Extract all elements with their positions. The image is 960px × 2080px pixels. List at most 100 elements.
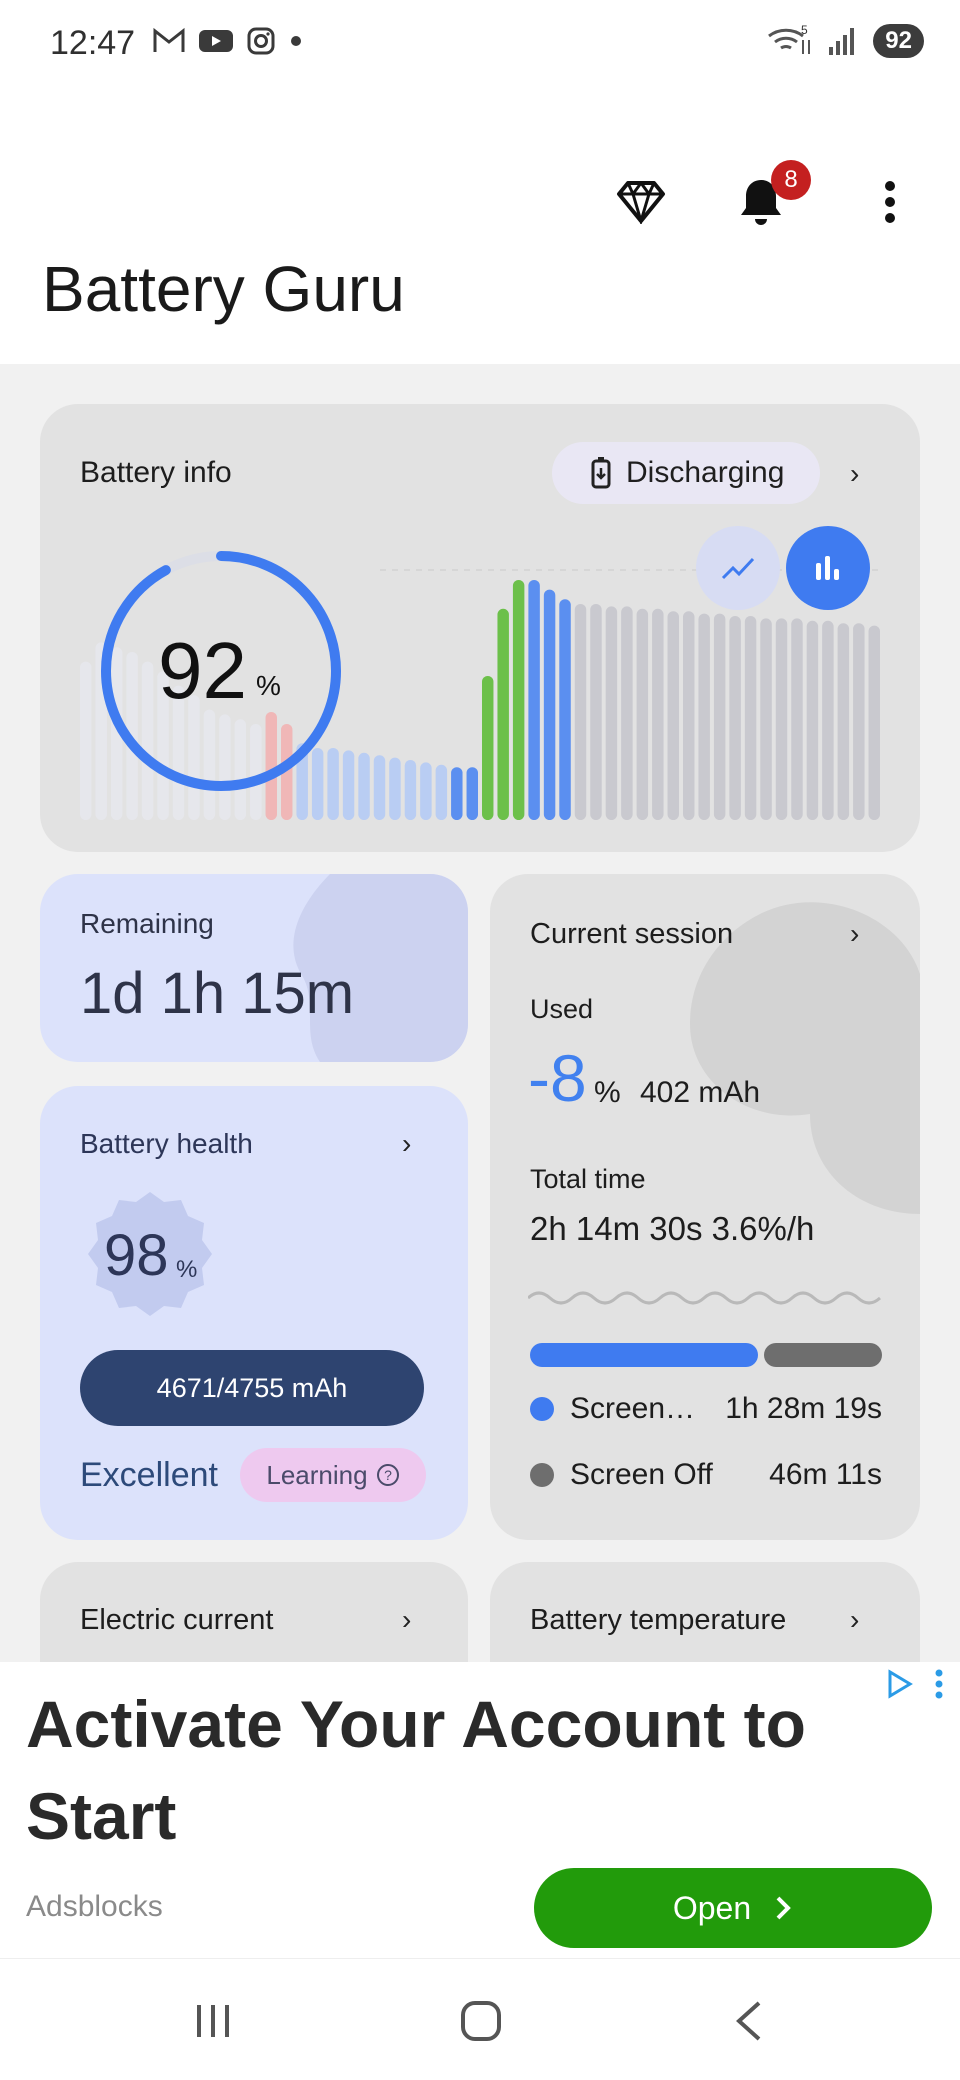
screen-on-label: Screen… [570,1392,696,1425]
battery-health-value: 98 [104,1223,169,1288]
history-bar [760,618,772,820]
gmail-icon [153,27,185,52]
ad-choices-icon[interactable] [884,1668,920,1700]
svg-text:5: 5 [801,24,808,37]
battery-health-chevron-icon[interactable]: › [402,1128,411,1160]
wave-divider [528,1291,882,1305]
line-chart-toggle[interactable] [696,526,780,610]
total-time-label: Total time [530,1164,646,1194]
history-bar [853,623,865,820]
history-bar [404,760,417,820]
recents-button[interactable] [168,1981,258,2061]
ad-more-icon[interactable] [934,1668,944,1700]
history-bar [822,620,834,820]
history-bar [744,616,757,820]
total-time-value: 2h 14m 30s 3.6%/h [530,1210,815,1247]
battery-discharging-icon [591,457,611,489]
battery-temperature-title: Battery temperature [530,1604,787,1636]
screen-on-row: Screen… 1h 28m 19s [530,1392,882,1426]
learning-pill[interactable]: Learning ? [240,1448,426,1502]
instagram-icon [247,27,275,55]
current-session-chevron-icon[interactable]: › [850,918,859,950]
page-title: Battery Guru [42,253,405,325]
history-bar [713,613,726,820]
used-unit: % [594,1076,621,1109]
history-bar [559,599,571,820]
premium-button[interactable] [601,162,681,242]
history-bar [806,620,819,820]
recents-icon [197,2005,229,2037]
home-button[interactable] [436,1981,526,2061]
back-icon [736,2001,761,2041]
home-icon [461,2001,501,2041]
health-rating: Excellent [80,1456,218,1494]
charging-status-pill[interactable]: Discharging [552,442,820,504]
ad-open-button[interactable]: Open [534,1868,932,1948]
history-bar [512,580,525,820]
back-button[interactable] [704,1981,794,2061]
history-bar [621,606,633,820]
history-bar [466,767,478,820]
history-bar [389,757,401,820]
remaining-label: Remaining [80,908,214,939]
history-bar [698,613,710,820]
used-label: Used [530,994,594,1024]
dot-icon [291,36,301,46]
ad-banner[interactable]: Activate Your Account to Start Adsblocks… [0,1662,960,1958]
history-bar [373,755,386,820]
screen-off-time: 46m 11s [769,1458,882,1491]
screen-off-dot [530,1463,554,1487]
screen-off-bar [764,1343,882,1367]
status-system-icons: 5 92 [765,24,924,58]
diamond-icon [617,181,665,224]
battery-percent-value: 92 [158,626,247,715]
screen-off-label: Screen Off [570,1458,713,1491]
notifications-button[interactable]: 8 [721,160,811,242]
bar-chart-icon [816,556,839,580]
history-bar [729,616,741,820]
ad-source: Adsblocks [26,1890,163,1923]
svg-text:?: ? [384,1467,392,1483]
screen-on-bar [530,1343,759,1367]
battery-level-badge: 92 [873,24,924,58]
history-bar [543,589,556,820]
line-chart-icon [721,557,755,580]
history-bar [420,762,432,820]
wifi-icon: 5 [768,24,811,54]
current-session-card[interactable] [490,874,920,1540]
chevron-right-icon [776,1896,791,1920]
electric-current-title: Electric current [80,1604,274,1636]
current-session-title: Current session [530,918,734,950]
cell-signal-icon [829,28,855,55]
battery-temperature-chevron-icon[interactable]: › [850,1604,859,1636]
bar-chart-toggle[interactable] [786,526,870,610]
youtube-icon [199,30,233,52]
history-bar [435,764,448,820]
status-bar: 12:47 5 92 [0,0,960,90]
history-bar [775,618,788,820]
notification-count-badge: 8 [771,160,811,200]
electric-current-chevron-icon[interactable]: › [402,1604,411,1636]
screen-on-time: 1h 28m 19s [725,1392,882,1425]
used-mah: 402 mAh [640,1076,761,1109]
history-bar [497,608,509,820]
history-bar [652,608,664,820]
history-bar [451,767,463,820]
battery-health-title: Battery health [80,1128,253,1159]
ad-open-label: Open [672,1889,752,1926]
help-icon: ? [376,1464,399,1486]
more-options-button[interactable] [850,162,930,242]
status-time: 12:47 [50,24,136,62]
history-bar [358,752,370,820]
status-notification-icons [152,26,304,56]
history-bar [667,611,679,820]
history-bar [528,580,540,820]
battery-health-unit: % [176,1256,198,1283]
battery-percent-unit: % [256,670,281,701]
ad-headline[interactable]: Activate Your Account to Start [26,1678,886,1862]
history-bar [683,611,695,820]
screen-off-row: Screen Off 46m 11s [530,1458,882,1492]
battery-info-chevron-icon[interactable]: › [850,458,859,490]
remaining-value: 1d 1h 15m [80,961,355,1026]
used-value: -8 [528,1041,587,1115]
